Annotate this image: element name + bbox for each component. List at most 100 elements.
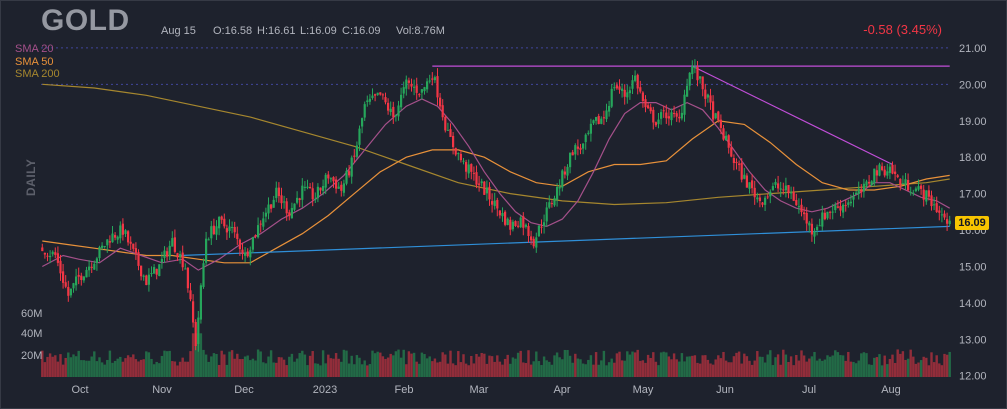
candle-body[interactable] bbox=[215, 226, 218, 235]
candle-body[interactable] bbox=[332, 177, 335, 182]
candle-body[interactable] bbox=[686, 85, 689, 97]
candle-body[interactable] bbox=[914, 188, 917, 192]
candle-body[interactable] bbox=[251, 237, 254, 250]
candle-body[interactable] bbox=[701, 76, 704, 90]
candle-body[interactable] bbox=[491, 201, 494, 205]
candle-body[interactable] bbox=[163, 250, 166, 258]
candle-body[interactable] bbox=[444, 116, 447, 131]
candle-body[interactable] bbox=[62, 271, 65, 283]
candle-body[interactable] bbox=[758, 197, 761, 202]
candle-body[interactable] bbox=[95, 258, 98, 264]
candle-body[interactable] bbox=[501, 212, 504, 217]
candle-body[interactable] bbox=[678, 116, 681, 119]
candle-body[interactable] bbox=[410, 83, 413, 87]
candle-body[interactable] bbox=[233, 226, 236, 233]
candle-body[interactable] bbox=[192, 301, 195, 323]
candle-body[interactable] bbox=[540, 226, 543, 228]
candle-body[interactable] bbox=[303, 186, 306, 188]
candle-body[interactable] bbox=[602, 117, 605, 119]
candle-body[interactable] bbox=[878, 164, 881, 176]
candle-body[interactable] bbox=[121, 223, 124, 235]
candle-body[interactable] bbox=[784, 185, 787, 191]
candle-body[interactable] bbox=[402, 87, 405, 94]
candle-body[interactable] bbox=[761, 202, 764, 205]
candle-body[interactable] bbox=[935, 203, 938, 212]
candle-body[interactable] bbox=[561, 170, 564, 188]
candle-body[interactable] bbox=[943, 213, 946, 218]
candle-body[interactable] bbox=[706, 94, 709, 98]
candle-body[interactable] bbox=[553, 198, 556, 206]
candle-body[interactable] bbox=[514, 221, 517, 226]
candle-body[interactable] bbox=[132, 243, 135, 249]
candle-body[interactable] bbox=[693, 67, 696, 69]
candle-body[interactable] bbox=[129, 241, 132, 244]
candle-body[interactable] bbox=[647, 105, 650, 109]
candle-body[interactable] bbox=[696, 66, 699, 81]
candle-body[interactable] bbox=[407, 80, 410, 83]
candle-body[interactable] bbox=[654, 122, 657, 126]
candle-body[interactable] bbox=[166, 251, 169, 257]
candle-body[interactable] bbox=[335, 179, 338, 189]
candle-body[interactable] bbox=[241, 249, 244, 255]
candle-body[interactable] bbox=[543, 222, 546, 226]
candle-body[interactable] bbox=[51, 251, 54, 255]
candle-body[interactable] bbox=[795, 200, 798, 206]
candle-body[interactable] bbox=[901, 183, 904, 185]
candle-body[interactable] bbox=[566, 166, 569, 176]
candle-body[interactable] bbox=[353, 155, 356, 157]
candle-body[interactable] bbox=[574, 145, 577, 155]
candle-body[interactable] bbox=[756, 197, 759, 200]
candle-body[interactable] bbox=[181, 252, 184, 268]
candle-body[interactable] bbox=[771, 186, 774, 191]
candle-body[interactable] bbox=[873, 168, 876, 184]
candle-body[interactable] bbox=[114, 235, 117, 238]
candle-body[interactable] bbox=[199, 285, 202, 320]
candle-body[interactable] bbox=[800, 204, 803, 213]
candle-body[interactable] bbox=[563, 171, 566, 175]
candle-body[interactable] bbox=[818, 225, 821, 227]
candle-body[interactable] bbox=[496, 199, 499, 209]
candle-body[interactable] bbox=[662, 110, 665, 112]
candle-body[interactable] bbox=[322, 185, 325, 191]
candle-body[interactable] bbox=[345, 170, 348, 184]
candle-body[interactable] bbox=[839, 206, 842, 211]
candle-body[interactable] bbox=[836, 206, 839, 208]
candle-body[interactable] bbox=[626, 92, 629, 98]
candle-body[interactable] bbox=[210, 226, 213, 239]
candle-body[interactable] bbox=[374, 94, 377, 96]
candle-body[interactable] bbox=[855, 192, 858, 195]
candle-body[interactable] bbox=[888, 166, 891, 173]
candle-body[interactable] bbox=[548, 202, 551, 208]
candle-body[interactable] bbox=[644, 99, 647, 108]
candle-body[interactable] bbox=[485, 187, 488, 194]
candle-body[interactable] bbox=[667, 116, 670, 119]
candle-body[interactable] bbox=[202, 263, 205, 287]
candle-body[interactable] bbox=[290, 207, 293, 219]
candle-body[interactable] bbox=[171, 238, 174, 247]
candle-body[interactable] bbox=[371, 95, 374, 98]
candle-body[interactable] bbox=[860, 190, 863, 193]
candle-body[interactable] bbox=[43, 252, 46, 255]
candle-body[interactable] bbox=[751, 180, 754, 189]
candle-body[interactable] bbox=[298, 198, 301, 201]
candle-body[interactable] bbox=[228, 226, 231, 232]
candle-body[interactable] bbox=[116, 236, 119, 240]
candle-body[interactable] bbox=[368, 98, 371, 102]
candle-body[interactable] bbox=[69, 288, 72, 296]
candle-body[interactable] bbox=[218, 216, 221, 229]
candle-body[interactable] bbox=[636, 74, 639, 89]
candle-body[interactable] bbox=[54, 252, 57, 255]
candle-body[interactable] bbox=[75, 276, 78, 286]
candle-body[interactable] bbox=[436, 76, 439, 98]
candle-body[interactable] bbox=[236, 233, 239, 240]
candle-body[interactable] bbox=[927, 190, 930, 197]
candle-body[interactable] bbox=[150, 273, 153, 275]
candle-body[interactable] bbox=[821, 212, 824, 227]
candle-body[interactable] bbox=[852, 196, 855, 200]
candle-body[interactable] bbox=[184, 268, 187, 270]
candle-body[interactable] bbox=[628, 90, 631, 94]
candle-body[interactable] bbox=[704, 89, 707, 99]
candle-body[interactable] bbox=[342, 183, 345, 193]
candle-body[interactable] bbox=[106, 239, 109, 246]
candle-body[interactable] bbox=[813, 231, 816, 237]
